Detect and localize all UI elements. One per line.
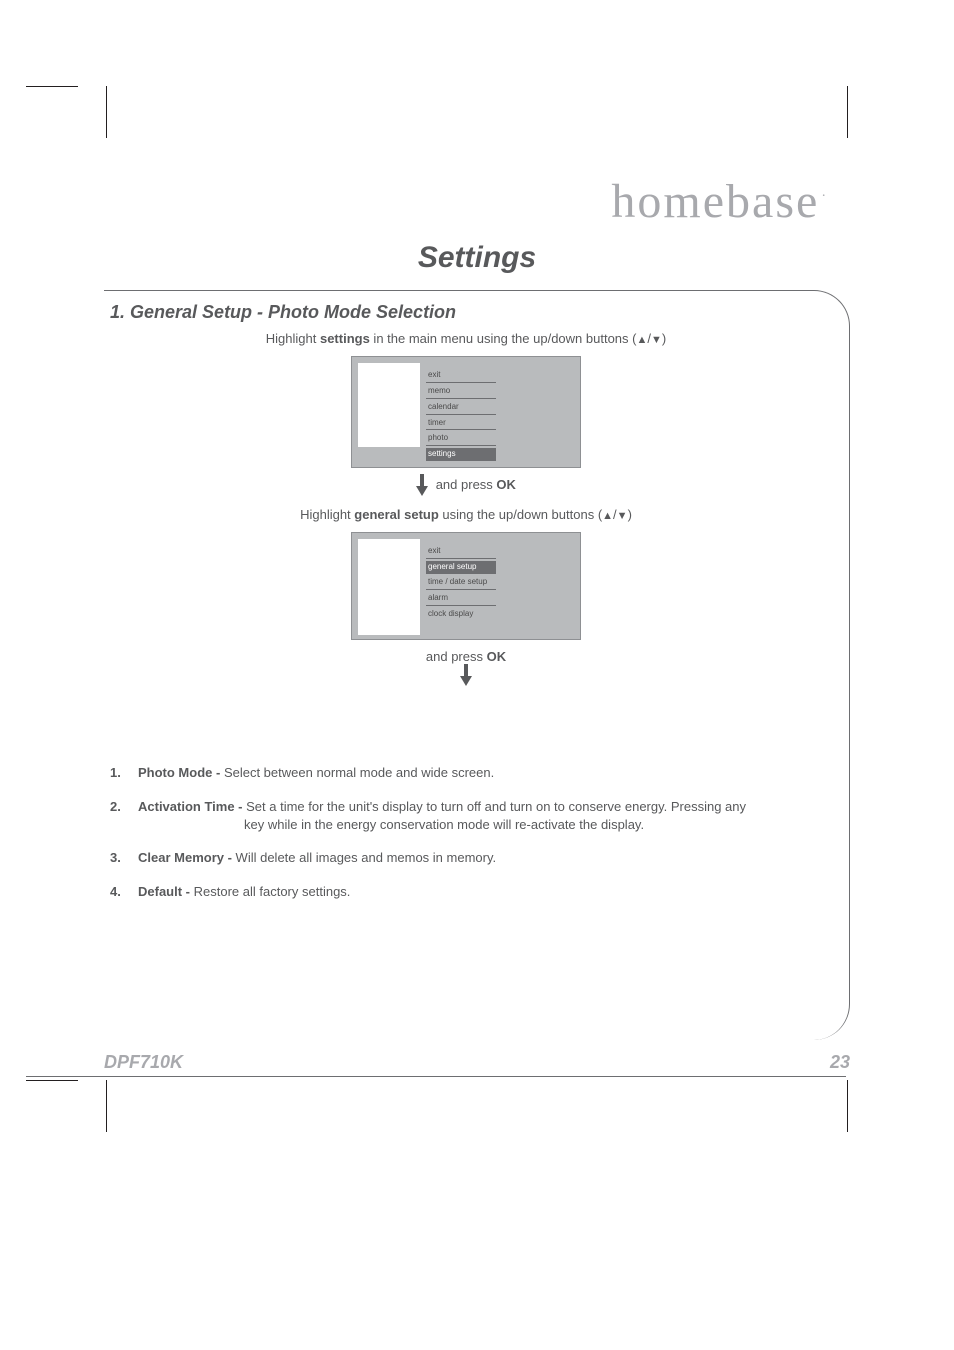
instr-text: ) [628,507,632,522]
list-lead: Default - [138,884,194,899]
list-item: 3. Clear Memory - Will delete all images… [110,849,822,867]
content-area: 1. General Setup - Photo Mode Selection … [104,290,850,916]
instruction-1: Highlight settings in the main menu usin… [110,330,822,348]
triangle-up-icon: ▲ [636,334,647,346]
menu-item-exit: exit [426,545,496,559]
list-text: Photo Mode - Select between normal mode … [138,764,822,782]
brand-part2: base [726,175,819,228]
device-menu: exit memo calendar timer photo settings [426,363,574,461]
list-continuation: key while in the energy conservation mod… [138,816,822,834]
menu-item-photo: photo [426,432,496,446]
instr-bold: general setup [354,507,439,522]
footer-rule [26,1076,846,1077]
brand-logo: homebase· [611,170,828,235]
arrow-row-2: and press OK [110,646,822,690]
crop-mark [26,1080,78,1081]
menu-item-time-date-setup: time / date setup [426,576,496,590]
arrow-row-1: and press OK [110,474,822,501]
arrow-down-icon [416,474,428,496]
device-menu: exit general setup time / date setup ala… [426,539,574,633]
crop-mark [847,1080,848,1132]
brand-part1: home [611,175,726,228]
instruction-2: Highlight general setup using the up/dow… [110,506,822,524]
arrow-down-icon [460,664,472,686]
list-lead: Clear Memory - [138,850,236,865]
list-lead: Activation Time - [138,799,246,814]
section-heading: 1. General Setup - Photo Mode Selection [110,300,822,324]
device-screenshot-2: exit general setup time / date setup ala… [351,532,581,640]
list-body: Select between normal mode and wide scre… [224,765,494,780]
device-photo-panel [358,539,420,635]
list-item: 1. Photo Mode - Select between normal mo… [110,764,822,782]
triangle-down-icon: ▼ [651,334,662,346]
instr-text: using the up/down buttons ( [439,507,602,522]
list-number: 2. [110,798,138,833]
list-item: 4. Default - Restore all factory setting… [110,883,822,901]
list-number: 1. [110,764,138,782]
menu-item-general-setup: general setup [426,561,496,574]
list-body: Will delete all images and memos in memo… [236,850,497,865]
instr-bold: settings [320,331,370,346]
device-photo-panel [358,363,420,447]
menu-item-alarm: alarm [426,592,496,606]
menu-item-memo: memo [426,385,496,399]
triangle-down-icon: ▼ [617,510,628,522]
list-number: 4. [110,883,138,901]
list-body: Set a time for the unit's display to tur… [246,799,746,814]
list-text: Clear Memory - Will delete all images an… [138,849,822,867]
instr-text: Highlight [300,507,354,522]
press-ok-text: and press OK [436,476,516,494]
instr-text: Highlight [266,331,320,346]
settings-list: 1. Photo Mode - Select between normal mo… [110,764,822,900]
menu-item-exit: exit [426,369,496,383]
device-screenshot-1: exit memo calendar timer photo settings [351,356,581,468]
list-number: 3. [110,849,138,867]
page-number: 23 [830,1050,850,1074]
menu-item-timer: timer [426,417,496,431]
triangle-up-icon: ▲ [602,510,613,522]
brand-mark: · [821,189,828,204]
list-text: Default - Restore all factory settings. [138,883,822,901]
list-text: Activation Time - Set a time for the uni… [138,798,822,833]
list-lead: Photo Mode - [138,765,224,780]
model-number: DPF710K [104,1050,183,1074]
crop-mark [847,86,848,138]
instr-text: in the main menu using the up/down butto… [370,331,637,346]
crop-mark [26,86,78,87]
page-title: Settings [0,238,954,279]
crop-mark [106,1080,107,1132]
crop-mark [106,86,107,138]
list-item: 2. Activation Time - Set a time for the … [110,798,822,833]
menu-item-clock-display: clock display [426,608,496,621]
list-body: Restore all factory settings. [194,884,351,899]
footer-row: DPF710K 23 [104,1050,850,1074]
instr-text: ) [662,331,666,346]
menu-item-calendar: calendar [426,401,496,415]
menu-item-settings: settings [426,448,496,461]
